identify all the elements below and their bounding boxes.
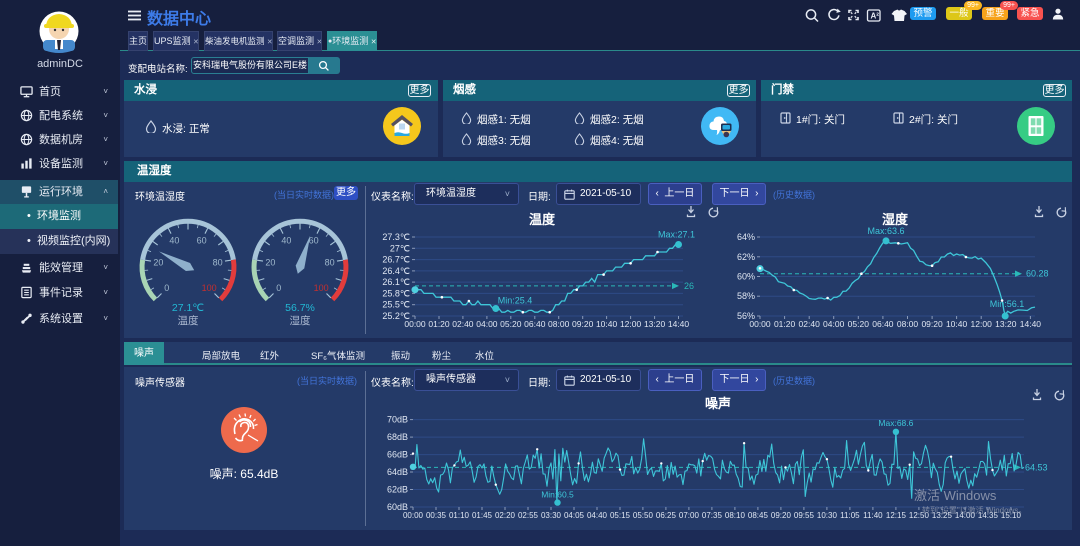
svg-text:温度: 温度 — [178, 314, 199, 327]
svg-text:02:20: 02:20 — [495, 511, 516, 520]
svg-text:68dB: 68dB — [387, 432, 408, 442]
svg-text:12:00: 12:00 — [620, 319, 642, 329]
svg-text:Min:56.1: Min:56.1 — [990, 299, 1025, 309]
svg-text:01:10: 01:10 — [449, 511, 470, 520]
svg-text:00:00: 00:00 — [749, 319, 771, 329]
svg-text:04:05: 04:05 — [564, 511, 585, 520]
svg-text:70dB: 70dB — [387, 415, 408, 425]
svg-text:06:40: 06:40 — [524, 319, 546, 329]
svg-text:03:30: 03:30 — [541, 511, 562, 520]
svg-text:62%: 62% — [737, 252, 755, 262]
svg-text:08:00: 08:00 — [548, 319, 570, 329]
svg-text:06:40: 06:40 — [872, 319, 894, 329]
svg-text:40: 40 — [281, 235, 291, 245]
svg-text:20: 20 — [265, 257, 275, 267]
svg-text:27℃: 27℃ — [390, 243, 410, 253]
svg-text:10:40: 10:40 — [946, 319, 968, 329]
svg-text:02:40: 02:40 — [799, 319, 821, 329]
svg-text:00:00: 00:00 — [403, 511, 424, 520]
svg-text:13:20: 13:20 — [644, 319, 666, 329]
svg-text:60: 60 — [309, 235, 319, 245]
svg-text:10:40: 10:40 — [596, 319, 618, 329]
svg-text:09:20: 09:20 — [921, 319, 943, 329]
svg-text:01:45: 01:45 — [472, 511, 493, 520]
svg-text:60: 60 — [197, 235, 207, 245]
svg-text:64.53: 64.53 — [1025, 462, 1048, 472]
svg-text:40: 40 — [169, 235, 179, 245]
svg-text:58%: 58% — [737, 291, 755, 301]
svg-text:25.8℃: 25.8℃ — [382, 288, 410, 298]
svg-text:05:20: 05:20 — [848, 319, 870, 329]
svg-text:60%: 60% — [737, 272, 755, 282]
svg-text:10:30: 10:30 — [817, 511, 838, 520]
svg-text:Max:68.6: Max:68.6 — [878, 418, 913, 428]
svg-text:00:00: 00:00 — [404, 319, 426, 329]
svg-text:80: 80 — [325, 257, 335, 267]
svg-text:27.1℃: 27.1℃ — [172, 302, 204, 314]
svg-text:Max:63.6: Max:63.6 — [867, 226, 904, 236]
svg-text:26.7℃: 26.7℃ — [382, 255, 410, 265]
svg-text:62dB: 62dB — [387, 485, 408, 495]
svg-text:14:40: 14:40 — [1020, 319, 1042, 329]
svg-text:11:40: 11:40 — [863, 511, 883, 520]
svg-text:04:00: 04:00 — [823, 319, 845, 329]
svg-text:02:40: 02:40 — [452, 319, 474, 329]
svg-text:09:20: 09:20 — [572, 319, 594, 329]
svg-text:56.7%: 56.7% — [285, 302, 315, 314]
svg-text:0: 0 — [164, 283, 169, 293]
svg-text:05:20: 05:20 — [500, 319, 522, 329]
svg-text:26.1℃: 26.1℃ — [382, 277, 410, 287]
svg-text:Max:27.1: Max:27.1 — [658, 230, 695, 240]
svg-text:02:55: 02:55 — [518, 511, 539, 520]
svg-text:07:35: 07:35 — [702, 511, 723, 520]
svg-text:06:25: 06:25 — [656, 511, 677, 520]
svg-text:08:00: 08:00 — [897, 319, 919, 329]
svg-text:08:45: 08:45 — [748, 511, 769, 520]
svg-text:05:15: 05:15 — [610, 511, 631, 520]
svg-text:08:10: 08:10 — [725, 511, 746, 520]
svg-text:Min:60.5: Min:60.5 — [541, 490, 574, 500]
svg-text:27.3℃: 27.3℃ — [382, 232, 410, 242]
svg-text:60.28: 60.28 — [1026, 269, 1049, 279]
svg-text:20: 20 — [153, 257, 163, 267]
svg-text:64dB: 64dB — [387, 467, 408, 477]
svg-text:100: 100 — [314, 283, 329, 293]
svg-text:07:00: 07:00 — [679, 511, 700, 520]
svg-text:00:35: 00:35 — [426, 511, 447, 520]
svg-text:Min:25.4: Min:25.4 — [498, 296, 533, 306]
svg-text:湿度: 湿度 — [290, 314, 311, 327]
svg-text:25.5℃: 25.5℃ — [382, 300, 410, 310]
svg-text:01:20: 01:20 — [428, 319, 450, 329]
svg-text:05:50: 05:50 — [633, 511, 654, 520]
svg-text:64%: 64% — [737, 232, 755, 242]
svg-text:100: 100 — [202, 283, 217, 293]
svg-text:04:00: 04:00 — [476, 319, 498, 329]
svg-text:09:20: 09:20 — [771, 511, 792, 520]
svg-text:04:40: 04:40 — [587, 511, 608, 520]
svg-text:12:00: 12:00 — [971, 319, 993, 329]
svg-text:11:05: 11:05 — [840, 511, 860, 520]
svg-text:09:55: 09:55 — [794, 511, 815, 520]
svg-text:0: 0 — [276, 283, 281, 293]
svg-text:12:15: 12:15 — [886, 511, 907, 520]
svg-text:26.4℃: 26.4℃ — [382, 266, 410, 276]
svg-text:14:40: 14:40 — [668, 319, 690, 329]
svg-text:01:20: 01:20 — [774, 319, 796, 329]
svg-text:26: 26 — [684, 281, 694, 291]
svg-text:13:20: 13:20 — [995, 319, 1017, 329]
svg-text:80: 80 — [213, 257, 223, 267]
svg-text:66dB: 66dB — [387, 450, 408, 460]
svg-text:A²: A² — [871, 12, 880, 21]
